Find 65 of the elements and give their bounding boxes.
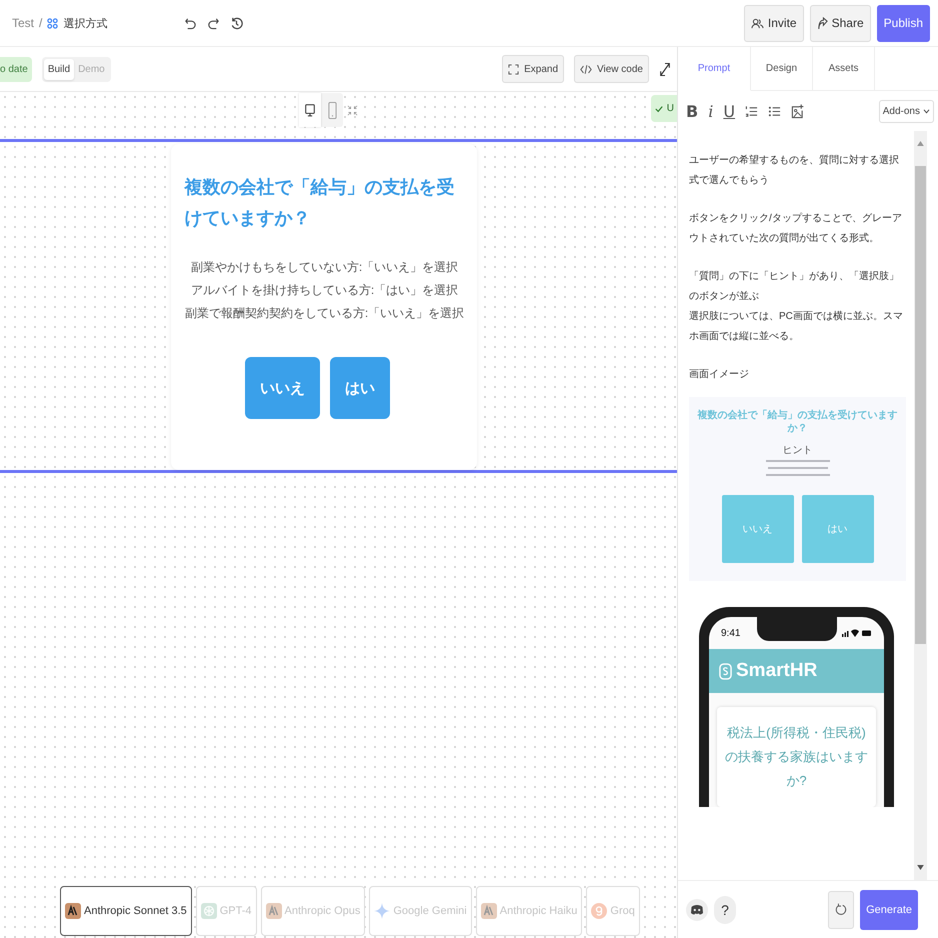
phone-question: 税法上(所得税・住民税)の扶養する家族はいますか? <box>725 724 868 790</box>
reset-button[interactable] <box>828 890 854 928</box>
hint-text: 副業で報酬契約契約をしている方:「いいえ」を選択 <box>184 305 464 322</box>
grid-icon <box>47 18 58 28</box>
prompt-text: ユーザーの希望するものを、質問に対する選択式で選んでもらう <box>689 154 900 188</box>
chevron-down-icon <box>923 108 930 114</box>
status-text: U <box>666 103 674 114</box>
phone-icon <box>328 100 336 120</box>
brand-logo-icon <box>719 662 732 680</box>
fullscreen-icon[interactable] <box>659 62 671 76</box>
prompt-text: 「質問」の下に「ヒント」があり、「選択肢」のボタンが並ぶ <box>689 270 900 304</box>
model-logo-icon <box>480 903 497 919</box>
redo-icon[interactable] <box>207 16 220 30</box>
hint-text: 副業やかけもちをしていない方:「いいえ」を選択 <box>190 259 460 276</box>
collapse-icon[interactable] <box>347 104 358 116</box>
publish-button[interactable]: Publish <box>876 4 930 42</box>
numbered-list-icon[interactable] <box>745 104 758 118</box>
reset-icon <box>835 902 848 916</box>
people-icon <box>750 18 764 28</box>
breadcrumb-link[interactable]: Test <box>12 16 34 30</box>
question-title: 複数の会社で「給与」の支払を受けていますか？ <box>184 176 456 230</box>
breadcrumb-separator: / <box>39 16 42 30</box>
model-logo-icon <box>200 903 217 919</box>
mockup-question: 複数の会社で「給与」の支払を受けていますか？ <box>697 409 898 435</box>
undo-icon[interactable] <box>184 16 197 30</box>
share-icon <box>816 16 828 30</box>
invite-button[interactable]: Invite <box>744 4 804 42</box>
model-logo-icon <box>591 903 608 919</box>
sparkle-icon <box>374 903 390 919</box>
expand-icon <box>508 64 520 74</box>
mockup-hint-label: ヒント <box>782 444 812 457</box>
scrollbar[interactable] <box>914 131 927 880</box>
status-badge: o date <box>0 56 32 82</box>
signal-wifi-battery-icon <box>842 629 872 637</box>
prompt-text: ボタンをクリック/タップすることで、グレーアウトされていた次の質問が出てくる形式。 <box>689 212 903 246</box>
history-icon[interactable] <box>230 16 243 30</box>
panel-tab[interactable]: Assets <box>813 47 875 91</box>
chat-bubble-icon[interactable] <box>686 898 708 920</box>
mode-tab[interactable]: Build <box>44 58 74 80</box>
desktop-view-button[interactable] <box>299 93 321 127</box>
bold-button[interactable]: B <box>686 102 698 120</box>
phone-clock: 9:41 <box>721 628 740 638</box>
brand-name: SmartHR <box>736 660 818 682</box>
model-button[interactable]: Anthropic Sonnet 3.5 <box>60 886 192 936</box>
bullet-list-icon[interactable] <box>768 104 782 118</box>
panel-tab[interactable]: Design <box>751 47 813 91</box>
add-ons-dropdown[interactable]: Add-ons <box>878 100 934 122</box>
code-icon <box>580 64 592 74</box>
monitor-icon <box>305 102 315 118</box>
scroll-down-icon[interactable] <box>917 865 924 870</box>
help-button[interactable]: ? <box>714 896 736 924</box>
add-image-icon[interactable] <box>791 104 804 118</box>
project-title: 選択方式 <box>63 16 108 30</box>
expand-button[interactable]: Expand <box>502 55 564 83</box>
share-button[interactable]: Share <box>810 4 871 42</box>
prompt-text: 選択肢については、PC画面では横に並ぶ。スマホ画面では縦に並べる。 <box>689 310 904 344</box>
model-logo-icon <box>65 903 81 919</box>
model-logo-icon <box>266 903 282 919</box>
prompt-text: 画面イメージ <box>689 368 750 382</box>
underline-button[interactable]: U <box>723 102 736 120</box>
hint-text: アルバイトを掛け持ちしている方:「はい」を選択 <box>190 282 460 299</box>
view-code-button[interactable]: View code <box>574 55 649 83</box>
generate-button[interactable]: Generate <box>860 890 918 930</box>
check-icon <box>654 104 663 112</box>
italic-button[interactable]: i <box>708 102 714 120</box>
